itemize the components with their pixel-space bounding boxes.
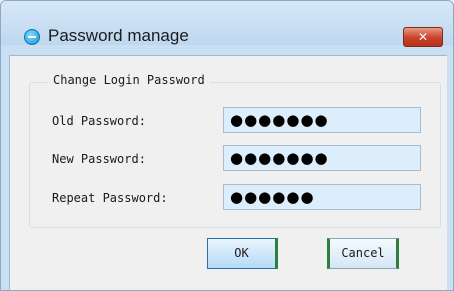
app-icon [24, 29, 40, 45]
new-password-field[interactable]: ●●●●●●● [223, 145, 421, 171]
old-password-field[interactable]: ●●●●●●● [223, 107, 421, 133]
cancel-button[interactable]: Cancel [327, 238, 399, 269]
group-legend: Change Login Password [48, 73, 210, 87]
close-button[interactable]: ✕ [403, 27, 443, 47]
repeat-password-field[interactable]: ●●●●●● [223, 184, 421, 210]
new-password-label: New Password: [52, 152, 146, 166]
ok-button[interactable]: OK [207, 238, 278, 269]
password-manage-dialog: Password manage ✕ Change Login Password … [0, 0, 454, 291]
window-title: Password manage [48, 26, 189, 45]
repeat-password-label: Repeat Password: [52, 191, 168, 205]
old-password-label: Old Password: [52, 114, 146, 128]
